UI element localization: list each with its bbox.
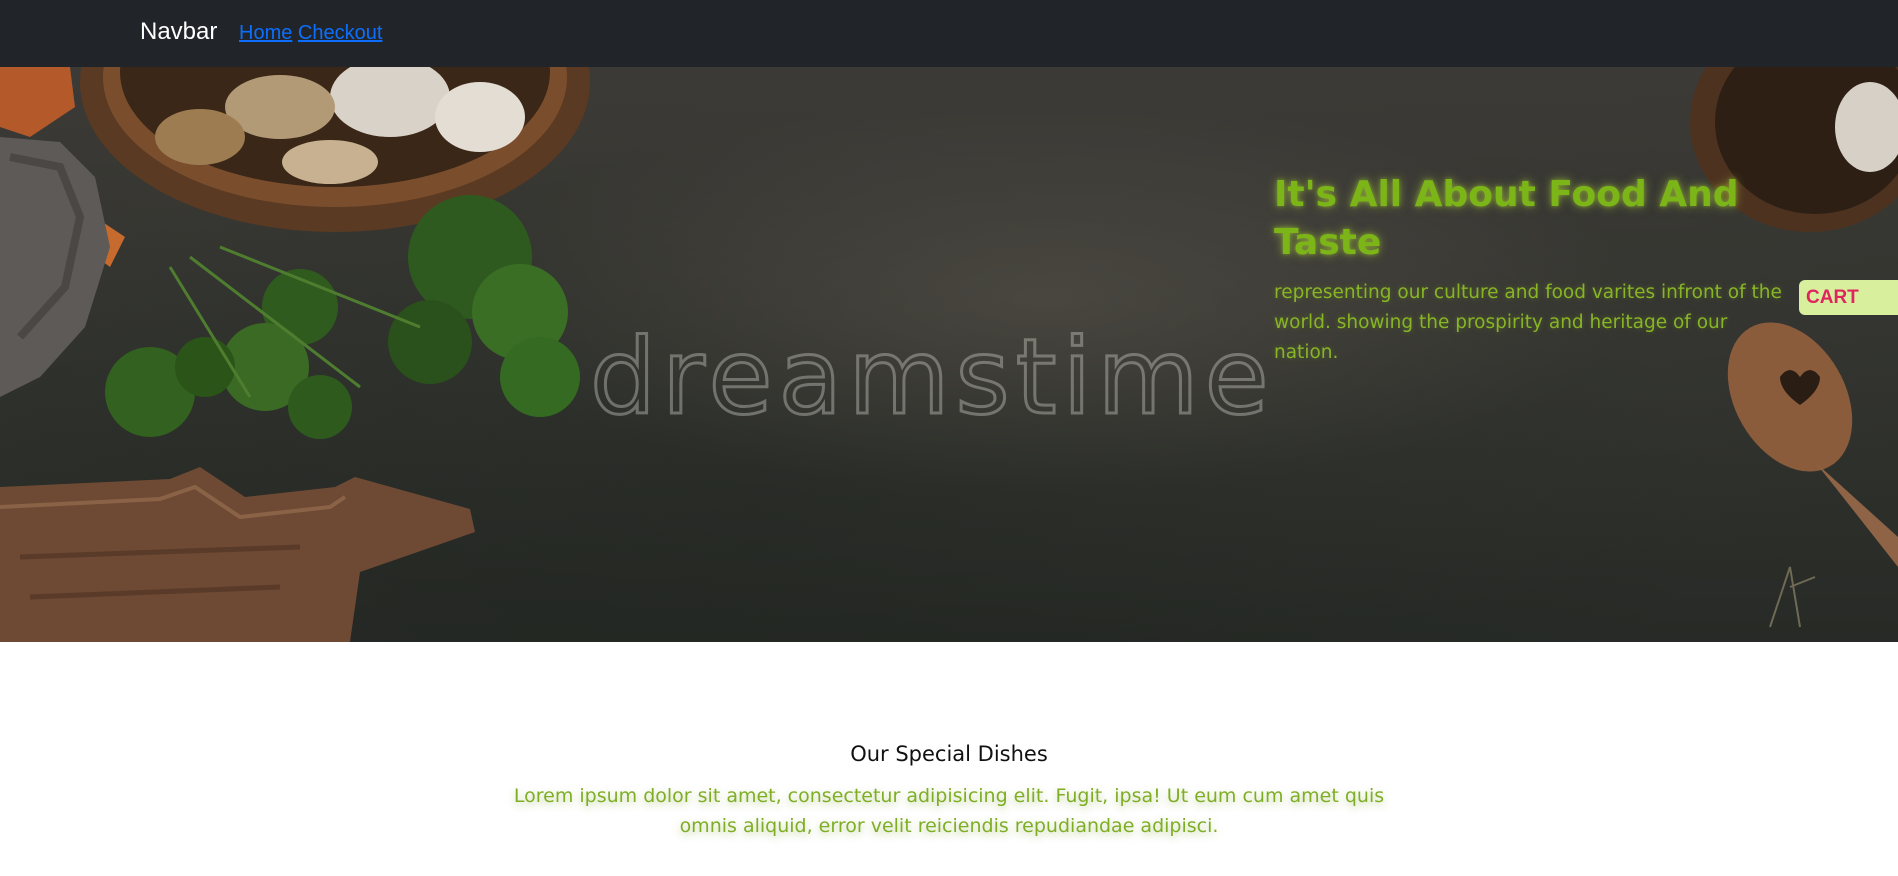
nav-link-home[interactable]: Home bbox=[239, 22, 292, 44]
navbar-brand[interactable]: Navbar bbox=[140, 16, 217, 48]
cart-button[interactable]: CART bbox=[1799, 280, 1898, 315]
section-description: Lorem ipsum dolor sit amet, consectetur … bbox=[513, 785, 1385, 837]
hero-banner: dreamstime It's All About Food And Taste… bbox=[0, 67, 1898, 642]
watermark-text: dreamstime bbox=[589, 316, 1275, 438]
navbar: Navbar Home Checkout bbox=[0, 0, 1898, 67]
nav-link-checkout[interactable]: Checkout bbox=[298, 22, 383, 44]
section-title: Our Special Dishes bbox=[850, 742, 1048, 766]
nav-links: Home Checkout bbox=[239, 20, 382, 46]
cloth-image bbox=[0, 137, 110, 397]
bowl-image bbox=[80, 67, 590, 232]
hero-subtitle: representing our culture and food varite… bbox=[1274, 282, 1782, 363]
cutting-board-image bbox=[0, 467, 475, 642]
hero-title: It's All About Food And Taste bbox=[1274, 174, 1739, 263]
